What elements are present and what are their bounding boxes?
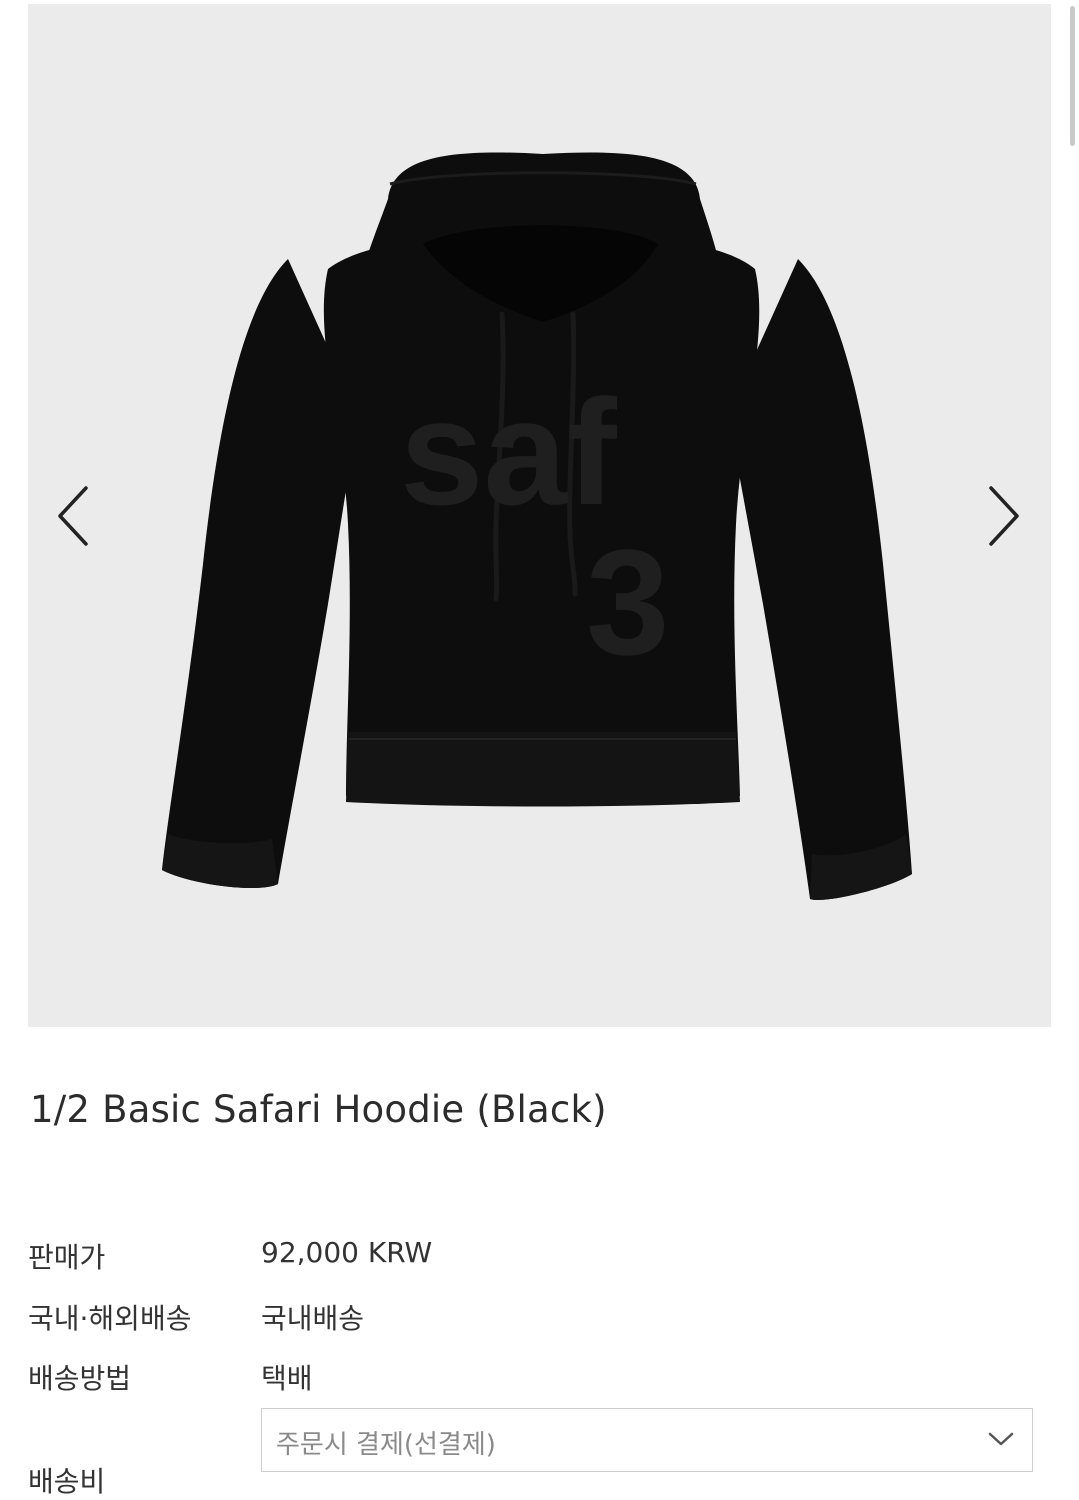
chevron-down-icon <box>988 1432 1014 1446</box>
product-image: saf 3 <box>162 152 912 900</box>
product-title: 1/2 Basic Safari Hoodie (Black) <box>30 1088 607 1131</box>
product-page: saf 3 1/2 Basic Safari Hoodie (Black) 판매… <box>0 0 1079 1500</box>
gallery-prev-button[interactable] <box>44 476 104 556</box>
product-image-gallery: saf 3 <box>28 4 1051 1027</box>
gallery-next-button[interactable] <box>973 476 1033 556</box>
hoodie-print-text: saf <box>400 368 618 536</box>
shipping-method-label: 배송방법 <box>28 1362 132 1395</box>
price-value: 92,000 KRW <box>261 1236 433 1269</box>
hoodie-print-number: 3 <box>586 518 669 686</box>
scrollbar[interactable] <box>1070 6 1075 146</box>
chevron-left-icon <box>58 486 88 546</box>
shipping-fee-selected-value: 주문시 결제(선결제) <box>276 1430 496 1460</box>
shipping-scope-value: 국내배송 <box>261 1302 365 1335</box>
shipping-scope-label: 국내·해외배송 <box>28 1302 192 1335</box>
shipping-fee-select[interactable]: 주문시 결제(선결제) <box>261 1408 1033 1472</box>
chevron-right-icon <box>989 486 1019 546</box>
shipping-fee-label: 배송비 <box>28 1465 106 1498</box>
price-label: 판매가 <box>28 1241 106 1274</box>
shipping-method-value: 택배 <box>261 1362 313 1395</box>
